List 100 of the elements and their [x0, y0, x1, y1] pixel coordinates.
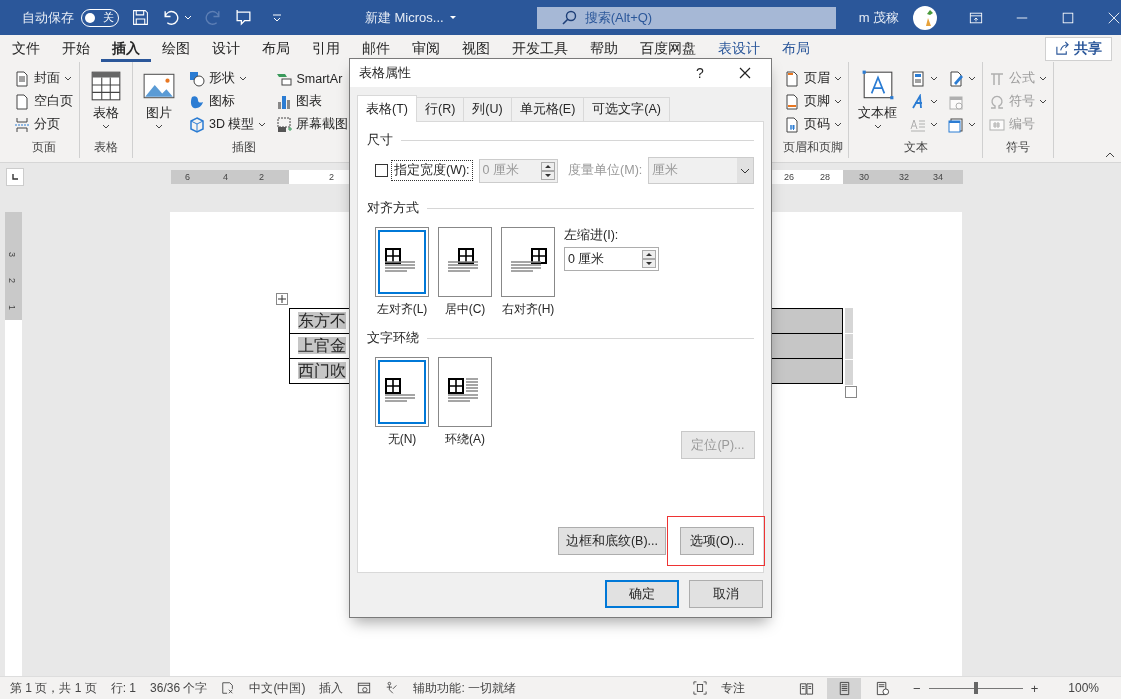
- accessibility-icon[interactable]: [385, 681, 400, 695]
- ribbon-tab[interactable]: 引用: [301, 35, 351, 62]
- alignment-option[interactable]: [438, 227, 492, 297]
- alignment-option[interactable]: [375, 227, 429, 297]
- cancel-button[interactable]: 取消: [689, 580, 763, 608]
- user-name[interactable]: m 茂稼: [858, 8, 900, 27]
- macro-icon[interactable]: [357, 681, 372, 695]
- ribbon-tab[interactable]: 帮助: [579, 35, 629, 62]
- group-label: 表格: [93, 139, 119, 156]
- page-count[interactable]: 第 1 页，共 1 页: [10, 679, 97, 697]
- ribbon-button[interactable]: 页眉: [782, 67, 844, 90]
- document-title[interactable]: 新建 Micros...: [364, 8, 444, 27]
- page-break-icon: [14, 116, 30, 133]
- ribbon-tab[interactable]: 开发工具: [501, 35, 579, 62]
- signature-icon: [948, 70, 964, 87]
- focus-icon[interactable]: [693, 681, 708, 695]
- ribbon-tab[interactable]: 百度网盘: [629, 35, 707, 62]
- borders-button[interactable]: 边框和底纹(B)...: [557, 527, 666, 555]
- view-button[interactable]: [827, 677, 862, 699]
- undo-icon[interactable]: [161, 9, 179, 26]
- options-button[interactable]: 选项(O)...: [680, 527, 754, 555]
- maximize-icon[interactable]: [1061, 10, 1075, 25]
- ok-button[interactable]: 确定: [605, 580, 679, 608]
- share-icon: [1055, 41, 1070, 56]
- ruler-number: 32: [899, 170, 909, 184]
- close-icon[interactable]: [1107, 10, 1121, 25]
- ribbon-button[interactable]: 形状: [187, 67, 269, 90]
- avatar[interactable]: [913, 5, 938, 30]
- proofing-icon[interactable]: [221, 681, 236, 695]
- ribbon-tab[interactable]: 绘图: [151, 35, 201, 62]
- ribbon-button[interactable]: 图表: [274, 90, 351, 113]
- option-label: 左对齐(L): [376, 301, 428, 318]
- customize-icon[interactable]: [271, 13, 282, 22]
- ribbon-button[interactable]: 表格: [84, 67, 128, 131]
- table-cell: 西门吹: [298, 361, 346, 379]
- caret-icon: [834, 76, 842, 81]
- save-icon[interactable]: [131, 9, 149, 26]
- chart-icon: [276, 93, 293, 110]
- accessibility-status[interactable]: 辅助功能: 一切就绪: [413, 679, 517, 697]
- caret-icon: [1039, 99, 1047, 104]
- ribbon-button[interactable]: 图片: [137, 67, 181, 131]
- ribbon-button[interactable]: 图标: [187, 90, 269, 113]
- web-page-icon: [874, 680, 890, 696]
- ribbon-button[interactable]: 封面: [12, 67, 75, 90]
- ribbon-tab[interactable]: 文件: [1, 35, 51, 62]
- option-label: 无(N): [387, 431, 417, 448]
- caret-icon: [834, 99, 842, 104]
- section-heading: 文字环绕: [367, 330, 419, 347]
- ribbon-button[interactable]: 屏幕截图: [274, 113, 351, 136]
- wrapping-option[interactable]: [375, 357, 429, 427]
- share-button[interactable]: 共享: [1045, 36, 1112, 61]
- section-heading: 对齐方式: [367, 200, 419, 217]
- caret-icon[interactable]: [448, 15, 457, 20]
- calendar-icon: [948, 93, 964, 110]
- caret-icon: [64, 76, 72, 81]
- ruler-number: 2: [329, 170, 334, 184]
- ribbon-tab[interactable]: 布局: [771, 35, 821, 62]
- collapse-ribbon-icon[interactable]: [1105, 152, 1115, 158]
- touch-mode-icon[interactable]: [234, 9, 252, 26]
- ribbon-tab[interactable]: 邮件: [351, 35, 401, 62]
- ribbon-tab[interactable]: 视图: [451, 35, 501, 62]
- alignment-option[interactable]: [501, 227, 555, 297]
- ribbon-button[interactable]: 文本框: [853, 67, 902, 131]
- help-button[interactable]: ?: [685, 60, 715, 86]
- ribbon-tab[interactable]: 开始: [51, 35, 101, 62]
- table-icon: [89, 69, 123, 103]
- ribbon-tab[interactable]: 表设计: [707, 35, 771, 62]
- ruler-number: 34: [933, 170, 943, 184]
- zoom-out-button[interactable]: −: [913, 680, 921, 696]
- zoom-in-button[interactable]: +: [1030, 680, 1039, 696]
- search-field[interactable]: 搜索(Alt+Q): [536, 6, 836, 29]
- caret-icon[interactable]: [183, 15, 192, 20]
- dialog-tab[interactable]: 表格(T): [357, 95, 417, 122]
- group-label: 页眉和页脚: [782, 139, 844, 156]
- table-resize-handle[interactable]: [845, 386, 857, 398]
- word-count[interactable]: 36/36 个字: [150, 679, 208, 697]
- ribbon-button[interactable]: 分页: [12, 113, 75, 136]
- ribbon-display-icon[interactable]: [969, 10, 984, 25]
- ribbon-button[interactable]: 空白页: [12, 90, 75, 113]
- indent-field[interactable]: 0 厘米: [564, 247, 659, 271]
- ribbon-tab[interactable]: 布局: [251, 35, 301, 62]
- ribbon-tab[interactable]: 审阅: [401, 35, 451, 62]
- document-parts-icon: [910, 70, 926, 87]
- ribbon-tab[interactable]: 设计: [201, 35, 251, 62]
- wrapping-option[interactable]: [438, 357, 492, 427]
- language[interactable]: 中文(中国): [249, 679, 306, 697]
- ruler-number: 6: [185, 170, 190, 184]
- object-icon: [948, 116, 964, 133]
- table-move-handle[interactable]: [276, 293, 288, 305]
- zoom-level[interactable]: 100%: [1068, 681, 1099, 695]
- tab-selector[interactable]: [6, 167, 24, 186]
- dialog-tab[interactable]: 可选文字(A): [583, 97, 671, 121]
- caret-icon: [873, 124, 882, 129]
- focus-mode[interactable]: 专注: [721, 679, 746, 697]
- ruler-number: 30: [859, 170, 869, 184]
- input-mode[interactable]: 插入: [319, 679, 344, 697]
- ribbon-button[interactable]: 页脚: [782, 90, 844, 113]
- ribbon-button[interactable]: SmartAr: [274, 67, 351, 90]
- ribbon-button[interactable]: 页码: [782, 113, 844, 136]
- ribbon-button[interactable]: 3D 模型: [187, 113, 269, 136]
